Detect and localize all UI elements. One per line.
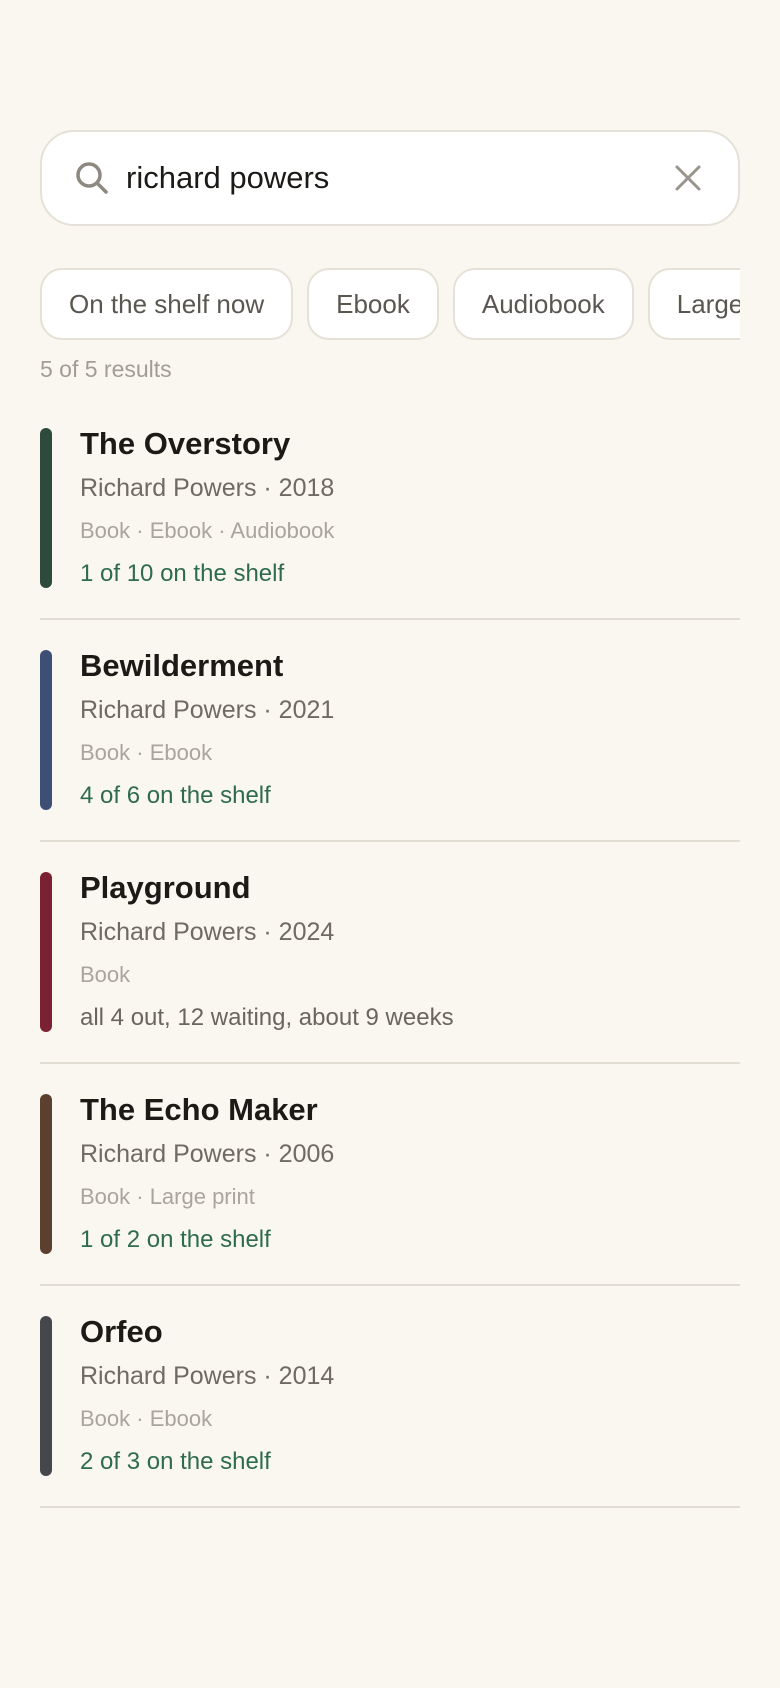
cover-color-bar: [40, 872, 52, 1032]
result-item[interactable]: Playground Richard Powers · 2024 Book al…: [40, 844, 740, 1064]
result-formats: Book · Ebook · Audiobook: [80, 518, 335, 543]
search-box[interactable]: [40, 130, 740, 226]
result-formats: Book: [80, 962, 131, 987]
cover-color-bar: [40, 428, 52, 588]
result-meta: Richard Powers · 2021: [80, 696, 335, 724]
search-icon: [76, 162, 108, 194]
result-item[interactable]: The Overstory Richard Powers · 2018 Book…: [40, 400, 740, 620]
result-formats: Book · Ebook: [80, 740, 213, 765]
availability-status: 2 of 3 on the shelf: [80, 1448, 271, 1475]
result-item[interactable]: Bewilderment Richard Powers · 2021 Book …: [40, 622, 740, 842]
result-title[interactable]: Playground: [80, 870, 251, 906]
result-item[interactable]: Orfeo Richard Powers · 2014 Book · Ebook…: [40, 1288, 740, 1508]
cover-color-bar: [40, 1094, 52, 1254]
result-title[interactable]: Bewilderment: [80, 648, 283, 684]
cover-color-bar: [40, 650, 52, 810]
result-formats: Book · Large print: [80, 1184, 255, 1209]
filter-chip-on-shelf[interactable]: On the shelf now: [40, 268, 294, 340]
filter-chip-ebook[interactable]: Ebook: [307, 268, 439, 340]
availability-status: 1 of 2 on the shelf: [80, 1226, 271, 1253]
filter-chip-audiobook[interactable]: Audiobook: [452, 268, 634, 340]
result-title[interactable]: The Overstory: [80, 426, 290, 462]
availability-status: 4 of 6 on the shelf: [80, 782, 271, 809]
result-item[interactable]: The Echo Maker Richard Powers · 2006 Boo…: [40, 1066, 740, 1286]
filter-chip-large-print[interactable]: Large print: [647, 268, 740, 340]
result-title[interactable]: Orfeo: [80, 1314, 163, 1350]
result-title[interactable]: The Echo Maker: [80, 1092, 318, 1128]
result-meta: Richard Powers · 2024: [80, 918, 335, 946]
result-meta: Richard Powers · 2018: [80, 474, 335, 502]
results-list: The Overstory Richard Powers · 2018 Book…: [40, 400, 740, 1508]
availability-status: 1 of 10 on the shelf: [80, 560, 285, 587]
result-formats: Book · Ebook: [80, 1406, 213, 1431]
cover-color-bar: [40, 1316, 52, 1476]
filter-chips: On the shelf nowEbookAudiobookLarge prin…: [40, 268, 740, 340]
close-icon[interactable]: [668, 158, 708, 198]
availability-status: all 4 out, 12 waiting, about 9 weeks: [80, 1004, 454, 1031]
result-meta: Richard Powers · 2014: [80, 1362, 335, 1390]
search-input[interactable]: [126, 152, 646, 204]
result-count: 5 of 5 results: [40, 356, 172, 382]
result-meta: Richard Powers · 2006: [80, 1140, 335, 1168]
